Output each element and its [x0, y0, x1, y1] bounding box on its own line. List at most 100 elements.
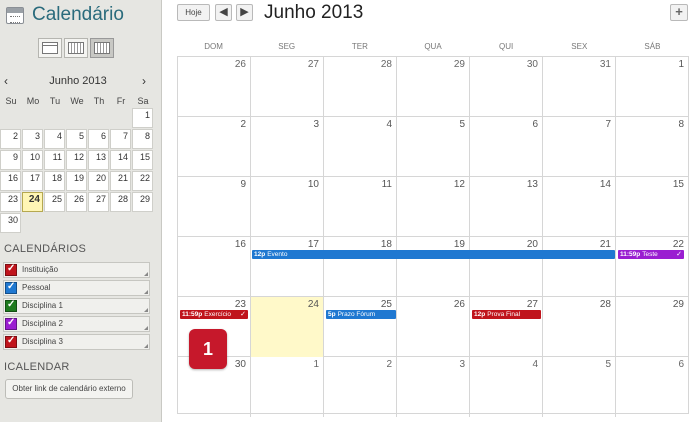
calendar-day[interactable]: 6 [616, 357, 688, 417]
calendar-day[interactable]: 21 [543, 237, 616, 297]
mini-calendar-day[interactable]: 4 [44, 129, 65, 149]
mini-calendar-day[interactable]: 22 [132, 171, 153, 191]
calendar-day[interactable]: 19 [397, 237, 470, 297]
calendar-day[interactable]: 28 [543, 297, 616, 357]
calendar-day[interactable]: 28 [324, 57, 397, 117]
mini-calendar-day[interactable]: 21 [110, 171, 131, 191]
mini-calendar-day[interactable]: 14 [110, 150, 131, 170]
calendar-day-today[interactable]: 24 [251, 297, 324, 357]
day-view-button[interactable] [38, 38, 62, 58]
mini-calendar-day[interactable]: 15 [132, 150, 153, 170]
calendar-day[interactable]: 7 [543, 117, 616, 177]
calendar-day[interactable]: 12 [397, 177, 470, 237]
mini-calendar-day[interactable]: 7 [110, 129, 131, 149]
mini-calendar-day[interactable]: 6 [88, 129, 109, 149]
mini-calendar-day[interactable]: 28 [110, 192, 131, 212]
mini-calendar-day[interactable]: 27 [88, 192, 109, 212]
calendar-day[interactable]: 18 [324, 237, 397, 297]
calendar-day[interactable]: 26 [178, 57, 251, 117]
calendar-item[interactable]: Pessoal [3, 280, 150, 296]
calendar-event[interactable]: 12p Evento [252, 250, 615, 259]
mini-calendar-day[interactable]: 25 [44, 192, 65, 212]
month-view-button[interactable] [90, 38, 114, 58]
calendar-event[interactable]: 11:59p Exercício ✓ [180, 310, 248, 319]
next-month-button[interactable]: ▶ [236, 4, 253, 21]
calendar-day[interactable]: 1 [616, 57, 688, 117]
day-number: 18 [380, 239, 392, 250]
day-number: 2 [240, 119, 246, 130]
calendar-week-row: 26 27 28 29 30 31 1 [178, 57, 688, 117]
add-event-button[interactable]: + [670, 4, 688, 21]
mini-calendar-day[interactable]: 23 [0, 192, 21, 212]
mini-calendar-day[interactable]: 9 [0, 150, 21, 170]
calendar-day[interactable]: 25 [324, 297, 397, 357]
mini-calendar-day[interactable]: 3 [22, 129, 43, 149]
mini-calendar-day[interactable]: 18 [44, 171, 65, 191]
mini-next-month-button[interactable]: › [142, 74, 146, 88]
calendar-day[interactable]: 17 [251, 237, 324, 297]
calendar-day[interactable]: 5 [543, 357, 616, 417]
calendar-day[interactable]: 15 [616, 177, 688, 237]
mini-calendar-day[interactable]: 12 [66, 150, 87, 170]
prev-month-button[interactable]: ◀ [215, 4, 232, 21]
calendar-event[interactable]: 5p Prazo Fórum [326, 310, 396, 319]
mini-calendar-day[interactable]: 1 [132, 108, 153, 128]
calendar-day[interactable]: 29 [616, 297, 688, 357]
calendar-event[interactable]: 11:59p Teste ✓ [618, 250, 684, 259]
mini-calendar-day[interactable]: 19 [66, 171, 87, 191]
calendar-day[interactable]: 26 [397, 297, 470, 357]
calendar-day[interactable]: 4 [470, 357, 543, 417]
calendar-toggle-checkbox[interactable] [5, 263, 17, 276]
calendar-day[interactable]: 3 [397, 357, 470, 417]
mini-calendar-day[interactable]: 2 [0, 129, 21, 149]
today-button[interactable]: Hoje [177, 4, 210, 21]
week-view-button[interactable] [64, 38, 88, 58]
calendar-toggle-checkbox[interactable] [5, 317, 17, 330]
mini-calendar-day[interactable]: 13 [88, 150, 109, 170]
calendar-item[interactable]: Disciplina 2 [3, 316, 150, 332]
calendar-item[interactable]: Disciplina 3 [3, 334, 150, 350]
calendar-day[interactable]: 9 [178, 177, 251, 237]
calendar-day[interactable]: 10 [251, 177, 324, 237]
calendar-toggle-checkbox[interactable] [5, 299, 17, 312]
calendar-day[interactable]: 6 [470, 117, 543, 177]
calendar-day[interactable]: 13 [470, 177, 543, 237]
mini-calendar-day[interactable]: 26 [66, 192, 87, 212]
mini-calendar-day[interactable]: 5 [66, 129, 87, 149]
mini-calendar-week: 23 24 25 26 27 28 29 [0, 192, 156, 213]
mini-calendar-day[interactable]: 24 [22, 192, 43, 212]
mini-calendar-day[interactable]: 8 [132, 129, 153, 149]
calendar-day[interactable]: 16 [178, 237, 251, 297]
calendar-day[interactable]: 27 [470, 297, 543, 357]
calendar-day[interactable]: 2 [324, 357, 397, 417]
calendar-day[interactable]: 27 [251, 57, 324, 117]
mini-calendar-day[interactable]: 17 [22, 171, 43, 191]
calendar-day[interactable]: 31 [543, 57, 616, 117]
calendar-day[interactable]: 11 [324, 177, 397, 237]
calendar-day[interactable]: 4 [324, 117, 397, 177]
calendar-day[interactable]: 30 [470, 57, 543, 117]
calendar-day[interactable]: 2 [178, 117, 251, 177]
mini-calendar-day[interactable]: 11 [44, 150, 65, 170]
calendar-item[interactable]: Instituição [3, 262, 150, 278]
calendar-toggle-checkbox[interactable] [5, 335, 17, 348]
calendar-day[interactable]: 29 [397, 57, 470, 117]
calendar-day[interactable]: 1 [251, 357, 324, 417]
day-number: 26 [234, 59, 246, 70]
calendar-day[interactable]: 20 [470, 237, 543, 297]
mini-calendar-day[interactable]: 20 [88, 171, 109, 191]
mini-calendar-day[interactable]: 16 [0, 171, 21, 191]
mini-calendar-day[interactable]: 10 [22, 150, 43, 170]
calendar-day[interactable]: 8 [616, 117, 688, 177]
calendar-day[interactable]: 5 [397, 117, 470, 177]
calendar-toggle-checkbox[interactable] [5, 281, 17, 294]
calendar-day[interactable]: 22 [616, 237, 688, 297]
calendar-item[interactable]: Disciplina 1 [3, 298, 150, 314]
mini-calendar-day[interactable]: 29 [132, 192, 153, 212]
day-number: 10 [307, 179, 319, 190]
calendar-day[interactable]: 14 [543, 177, 616, 237]
calendar-event[interactable]: 12p Prova Final [472, 310, 541, 319]
calendar-day[interactable]: 3 [251, 117, 324, 177]
mini-calendar-day[interactable]: 30 [0, 213, 21, 233]
external-calendar-link-button[interactable]: Obter link de calendário externo [5, 379, 133, 399]
